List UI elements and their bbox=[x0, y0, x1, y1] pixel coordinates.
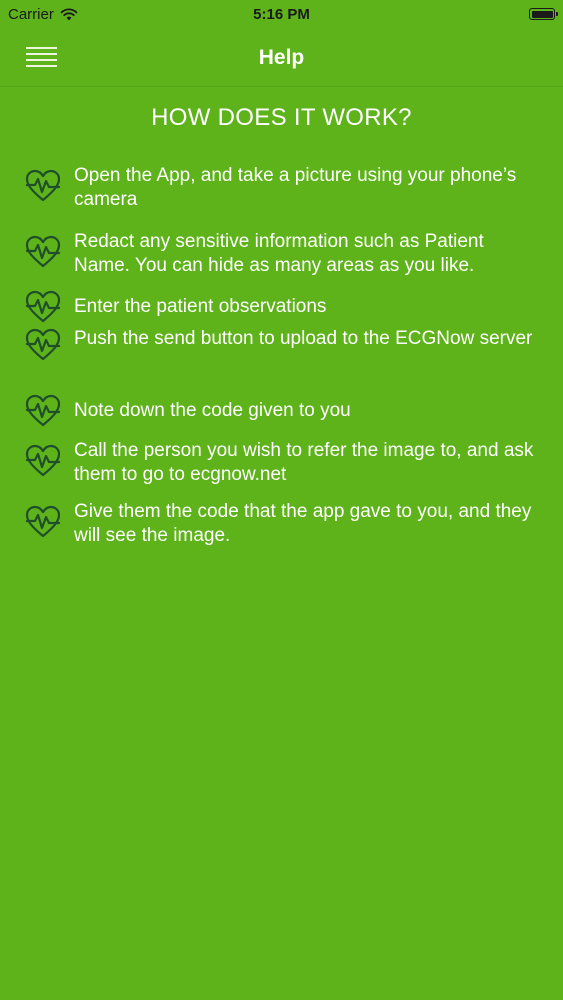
step-text: Call the person you wish to refer the im… bbox=[74, 440, 534, 485]
step-text: Redact any sensitive information such as… bbox=[74, 231, 484, 276]
page-title: Help bbox=[258, 46, 305, 69]
status-time: 5:16 PM bbox=[253, 6, 310, 23]
heart-pulse-icon bbox=[25, 235, 61, 268]
step-text: Enter the patient observations bbox=[74, 296, 327, 317]
heart-pulse-icon bbox=[25, 290, 61, 323]
step-text: Note down the code given to you bbox=[74, 400, 351, 421]
heart-pulse-icon bbox=[25, 505, 61, 538]
step-text: Give them the code that the app gave to … bbox=[74, 501, 532, 546]
status-bar: Carrier 5:16 PM bbox=[0, 0, 563, 30]
section-heading: HOW DOES IT WORK? bbox=[151, 104, 412, 131]
heart-pulse-icon bbox=[25, 444, 61, 477]
help-content: HOW DOES IT WORK? Open the App, and take… bbox=[0, 100, 563, 546]
step-text: Open the App, and take a picture using y… bbox=[74, 165, 517, 210]
heart-pulse-icon bbox=[25, 169, 61, 202]
heart-pulse-icon bbox=[25, 328, 61, 361]
step-text: Push the send button to upload to the EC… bbox=[74, 328, 533, 349]
navigation-bar: Help bbox=[0, 30, 563, 87]
battery-icon bbox=[529, 8, 558, 20]
heart-pulse-icon bbox=[25, 394, 61, 427]
